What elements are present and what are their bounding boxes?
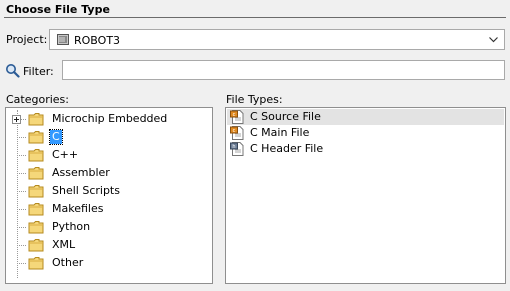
filter-label: Filter:: [23, 65, 54, 78]
c-source-file-icon: c: [230, 110, 244, 124]
category-xml[interactable]: XML: [6, 236, 212, 254]
category-label: Other: [52, 256, 84, 269]
folder-icon: [28, 113, 44, 126]
file-type-label: C Source File: [250, 110, 321, 123]
folder-icon: [28, 257, 44, 270]
category-other[interactable]: Other: [6, 254, 212, 272]
category-microchip-embedded[interactable]: Microchip Embedded: [6, 110, 212, 128]
file-type-label: C Main File: [250, 126, 310, 139]
folder-icon: [28, 149, 44, 162]
tree-connector: [17, 263, 26, 264]
categories-tree[interactable]: Microchip Embedded C C++ Assembler Shell: [5, 107, 213, 284]
svg-text:h: h: [232, 144, 235, 150]
file-type-c-header[interactable]: h C Header File: [227, 141, 504, 157]
category-label: Assembler: [52, 166, 110, 179]
tree-connector: [17, 209, 26, 210]
category-cpp[interactable]: C++: [6, 146, 212, 164]
search-icon: [6, 64, 20, 78]
category-label: C: [49, 129, 63, 145]
folder-icon: [28, 239, 44, 252]
tree-connector: [17, 191, 26, 192]
tree-connector: [17, 173, 26, 174]
file-types-list[interactable]: c C Source File c C Main File h C Header…: [225, 107, 506, 284]
file-type-label: C Header File: [250, 142, 324, 155]
c-main-file-icon: c: [230, 126, 244, 140]
categories-label: Categories:: [6, 93, 69, 106]
tree-connector: [17, 227, 26, 228]
title-divider: [4, 17, 506, 18]
category-label: Shell Scripts: [52, 184, 120, 197]
folder-icon: [28, 131, 44, 144]
category-assembler[interactable]: Assembler: [6, 164, 212, 182]
chevron-down-icon[interactable]: [489, 34, 498, 45]
category-label: C++: [52, 148, 79, 161]
dialog-title: Choose File Type: [6, 3, 110, 16]
c-header-file-icon: h: [230, 142, 244, 156]
tree-connector: [17, 155, 26, 156]
folder-icon: [28, 203, 44, 216]
project-label: Project:: [6, 33, 48, 46]
category-python[interactable]: Python: [6, 218, 212, 236]
file-type-c-main[interactable]: c C Main File: [227, 125, 504, 141]
file-type-c-source[interactable]: c C Source File: [227, 109, 504, 125]
category-label: Microchip Embedded: [52, 112, 168, 125]
filter-input[interactable]: [62, 60, 505, 80]
category-shell-scripts[interactable]: Shell Scripts: [6, 182, 212, 200]
category-label: Python: [52, 220, 91, 233]
folder-icon: [28, 185, 44, 198]
svg-text:c: c: [233, 112, 236, 118]
category-c[interactable]: C: [6, 128, 212, 146]
project-value: ROBOT3: [74, 34, 121, 47]
category-makefiles[interactable]: Makefiles: [6, 200, 212, 218]
folder-icon: [28, 221, 44, 234]
project-dropdown[interactable]: ROBOT3: [49, 29, 505, 50]
project-chip-icon: [57, 34, 69, 45]
tree-connector: [17, 245, 26, 246]
folder-icon: [28, 167, 44, 180]
expand-plus-icon[interactable]: [12, 115, 21, 124]
category-label: Makefiles: [52, 202, 104, 215]
file-types-label: File Types:: [226, 93, 283, 106]
svg-text:c: c: [233, 128, 236, 134]
category-label: XML: [52, 238, 76, 251]
tree-connector: [17, 137, 26, 138]
